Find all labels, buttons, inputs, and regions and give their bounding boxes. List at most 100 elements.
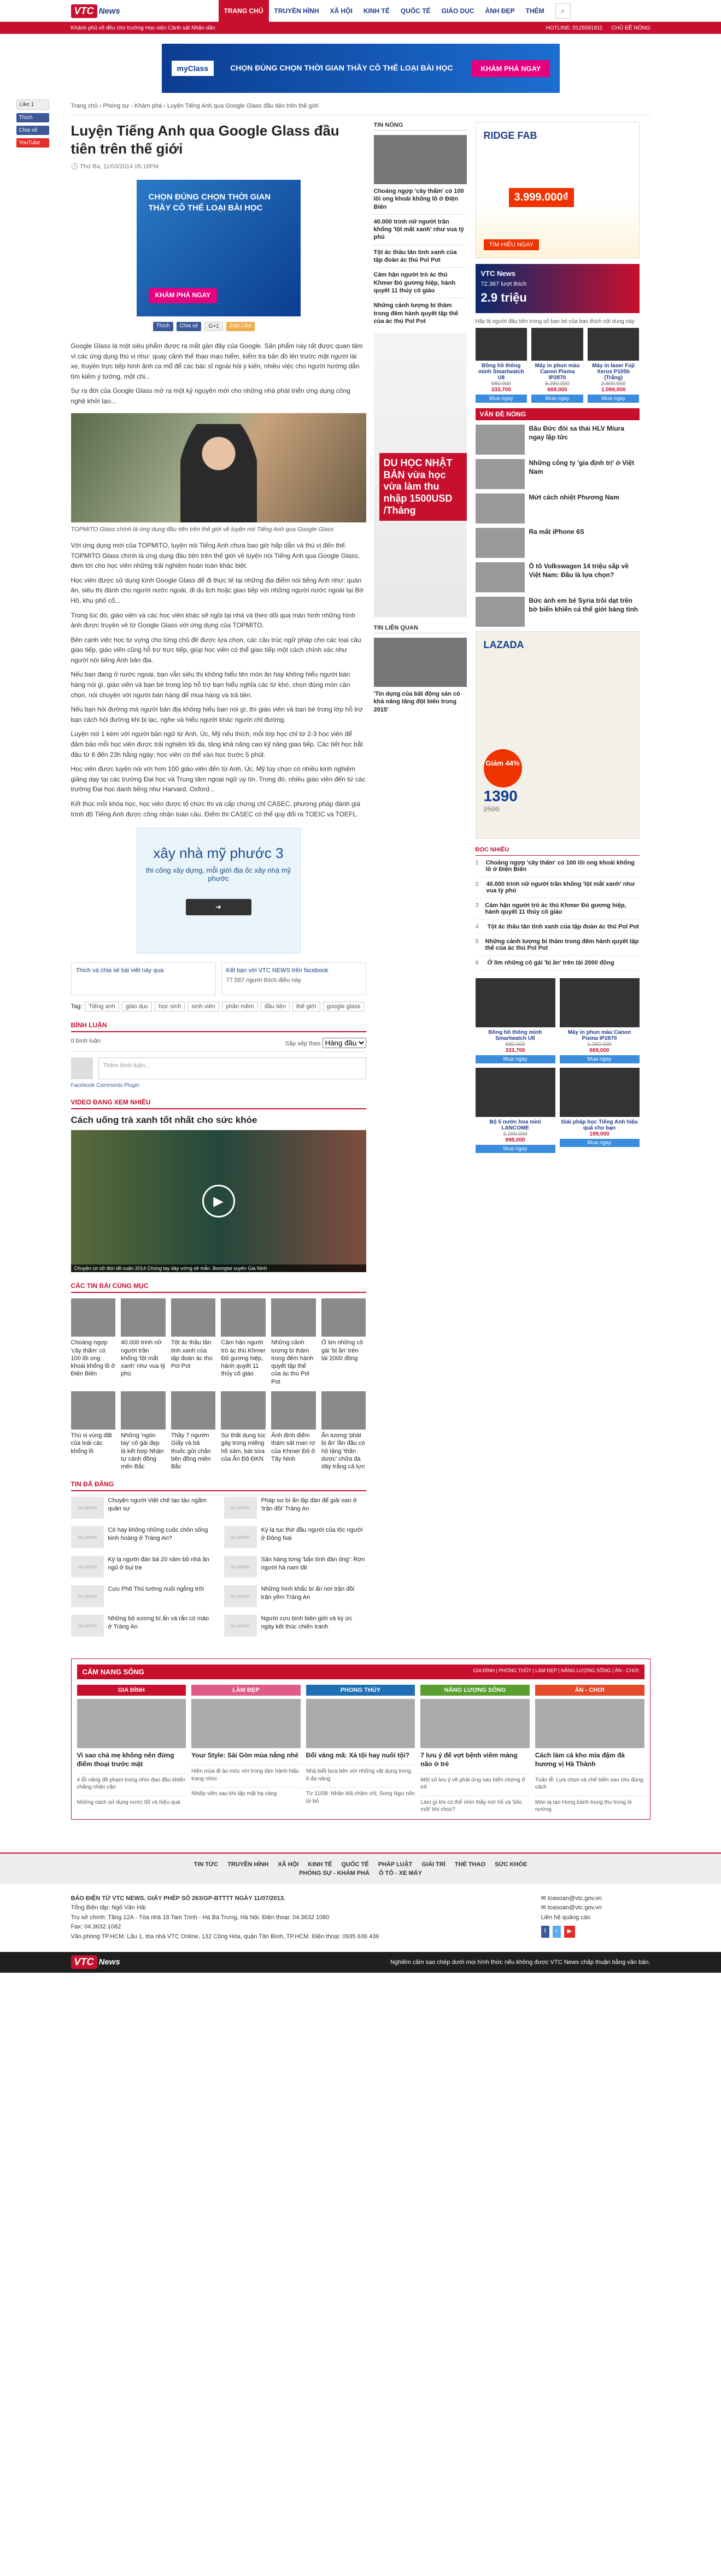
arrow-right-icon[interactable]: ➜	[185, 899, 251, 916]
related-card[interactable]: Những cảnh tượng bi thảm trong đêm hành …	[271, 1298, 316, 1386]
footer-link[interactable]: TIN TỨC	[194, 1861, 219, 1868]
hot-issue-item[interactable]: Ra mắt iPhone 6S	[475, 528, 640, 558]
older-news-item[interactable]: no photo Có hay không những cuộc chôn sốn…	[71, 1526, 213, 1549]
hot-issue-item[interactable]: Ô tô Volkswagen 14 triệu sắp về Việt Nam…	[475, 562, 640, 592]
older-news-item[interactable]: no photo Pháp sư bí ẩn lập đàn để giải oa…	[224, 1497, 366, 1519]
hot-news-lead[interactable]: Choáng ngợp 'cây thẩm' có 100 lõi ong kh…	[373, 135, 467, 211]
tag[interactable]: đầu tiên	[260, 1002, 290, 1012]
related-card[interactable]: Ở lim những cô gái 'bị ần' trên tài 2000…	[321, 1298, 366, 1386]
nav-education[interactable]: GIÁO DỤC	[436, 0, 480, 22]
footer-link[interactable]: QUỐC TẾ	[341, 1861, 368, 1868]
product-card[interactable]: Máy in laser Fuji Xerox P105b (Trắng) 2.8…	[587, 328, 640, 403]
facebook-icon[interactable]: f	[541, 1926, 549, 1938]
footer-email[interactable]: toasoan@vtc.gov.vn	[548, 1904, 602, 1911]
footer-link[interactable]: XÃ HỘI	[278, 1861, 298, 1868]
product-card[interactable]: Giải pháp học Tiếng Anh hiệu quả cho bạn…	[559, 1068, 640, 1153]
older-news-item[interactable]: no photo Kỳ lạ người đàn bà 20 năm bồ nhà…	[71, 1556, 213, 1578]
hot-news-item[interactable]: Cảm hận người trò ác thú Khmer Đỏ gương …	[373, 267, 467, 295]
older-news-item[interactable]: no photo Người cựu binh biên giới và kỳ ứ…	[224, 1615, 366, 1637]
nav-more[interactable]: THÊM	[520, 0, 550, 22]
tag[interactable]: thế giới	[292, 1002, 320, 1012]
most-read-item[interactable]: 2 40.000 trinh nữ người trần khổng 'lột m…	[475, 877, 640, 898]
lifestyle-sub[interactable]: Làm gì khi có thể nhìn thấy mờ hố và 'bố…	[420, 1795, 530, 1814]
most-read-item[interactable]: 4 Tột ác thầu tân tinh xanh của tập đoàn …	[475, 920, 640, 934]
lifestyle-col-title[interactable]: Đổi vàng mã: Xả tội hay nuôi tội?	[306, 1751, 415, 1760]
footer-link[interactable]: PHÓNG SỰ - KHÁM PHÁ	[299, 1870, 370, 1877]
hot-news-item[interactable]: 40.000 trinh nữ người trần khổng 'lột mắ…	[373, 214, 467, 242]
tag[interactable]: phần mềm	[221, 1002, 258, 1012]
nav-home[interactable]: TRANG CHỦ	[218, 0, 269, 22]
hot-issue-item[interactable]: Bầu Đức đòi sa thải HLV Miura ngay lập t…	[475, 425, 640, 455]
vtc-facebook-box[interactable]: VTC News 72.367 lượt thích 2.9 triệu	[475, 264, 640, 313]
related-card[interactable]: Ảnh định điểm thám sát man rợ của Khmer …	[271, 1391, 316, 1471]
video-player[interactable]: ▶ Chuyện cơ sở đón tết xuân 2014 Chúng t…	[71, 1130, 366, 1273]
product-card[interactable]: Máy in phun màu Canon Pixma IP2870 1.290.…	[559, 978, 640, 1063]
tag[interactable]: Tiếng anh	[85, 1002, 119, 1012]
youtube-icon[interactable]: ▶	[564, 1926, 576, 1938]
lifestyle-col-title[interactable]: 7 lưu ý để vợt bệnh viêm màng não ở trẻ	[420, 1751, 530, 1768]
nav-world[interactable]: QUỐC TẾ	[395, 0, 436, 22]
related-card[interactable]: Những 'ngón tay' cô gái đẹp là kết hợp N…	[121, 1391, 166, 1471]
related-card[interactable]: Cảm hận người trò ác thú Khmer Đỏ gương …	[221, 1298, 266, 1386]
study-abroad-ad[interactable]: DU HỌC NHẬT BẢN vừa học vừa làm thu nhập…	[373, 333, 467, 617]
play-icon[interactable]: ▶	[202, 1185, 235, 1218]
fb-plugin-link[interactable]: Facebook Comments Plugin	[71, 1083, 366, 1089]
older-news-item[interactable]: no photo Những hình khắc bí ẩn nơi trận đ…	[224, 1585, 366, 1608]
hot-topics-link[interactable]: CHỦ ĐỀ NÓNG	[611, 25, 650, 31]
phone-ad-cta[interactable]: TÌM HIỂU NGAY	[483, 239, 540, 250]
house-ad[interactable]: xây nhà mỹ phước 3 thi công xây dựng, mỗ…	[136, 828, 301, 954]
comment-input[interactable]: Thêm bình luận...	[98, 1057, 366, 1080]
lifestyle-col-head[interactable]: NĂNG LƯỢNG SỐNG	[420, 1685, 530, 1696]
older-news-item[interactable]: no photo Kỳ lạ tục thờ đầu người của tộc …	[224, 1526, 366, 1549]
older-news-item[interactable]: no photo Chuyện người Việt chế tạo tàu ng…	[71, 1497, 213, 1519]
lifestyle-sub[interactable]: Nhà biết bưa bên với những vật dụng tron…	[306, 1765, 415, 1783]
footer-link[interactable]: SỨC KHỎE	[495, 1861, 527, 1868]
buy-button[interactable]: Mua ngay	[475, 1055, 555, 1063]
nav-tv[interactable]: TRUYỀN HÌNH	[269, 0, 325, 22]
news-ticker[interactable]: Khánh phủ về đêu cho trường Học viện Cản…	[71, 25, 537, 31]
lifestyle-sub[interactable]: Tuần lễ: Lựa chọn và chế biến sao cho đú…	[535, 1773, 644, 1791]
video-title[interactable]: Cách uống trà xanh tốt nhất cho sức khỏe	[71, 1115, 366, 1126]
lifestyle-col-title[interactable]: Cách làm cá kho mía đậm đà hương vị Hà T…	[535, 1751, 644, 1768]
related-card[interactable]: 40.000 trinh nữ người trần khổng 'lột mắ…	[121, 1298, 166, 1386]
lifestyle-image[interactable]	[77, 1699, 186, 1749]
hot-issue-item[interactable]: Những công ty 'gia định trị' ở Việt Nam	[475, 459, 640, 489]
footer-link[interactable]: THỂ THAO	[455, 1861, 485, 1868]
fb-share-button[interactable]: Chia sẻ	[16, 126, 49, 135]
lifestyle-sub[interactable]: Từ 11/08: Nhân Mã chăm chỉ, Song Ngư nên…	[306, 1787, 415, 1805]
lifestyle-col-head[interactable]: LÀM ĐẸP	[191, 1685, 301, 1696]
top-ad-banner[interactable]: myClass CHỌN ĐÚNG CHỌN THỜI GIAN THẦY CÔ…	[161, 44, 560, 93]
most-read-item[interactable]: 6Ở lim những cô gái 'bị ần' trên tài 200…	[475, 956, 640, 971]
related-card[interactable]: Thầy 7 ngườn Giấy và bà thuốc gửi chắn b…	[171, 1391, 216, 1471]
like-button[interactable]: Like 1	[16, 99, 49, 110]
product-card[interactable]: Đồng hồ thông minh Smartwatch U8 680.000 3…	[475, 328, 527, 403]
zalo-button[interactable]: Zalo Like	[226, 322, 255, 331]
nav-economy[interactable]: KINH TẾ	[358, 0, 395, 22]
footer-link[interactable]: KINH TẾ	[308, 1861, 332, 1868]
buy-button[interactable]: Mua ngay	[475, 395, 527, 403]
buy-button[interactable]: Mua ngay	[531, 395, 583, 403]
lazada-ad[interactable]: LAZADA Giảm 44% 1390 2500	[475, 631, 640, 839]
breadcrumb-section[interactable]: Phóng sự - Khám phá	[103, 103, 162, 109]
inline-ad-cta[interactable]: KHÁM PHÁ NGAY	[148, 288, 218, 303]
older-news-item[interactable]: no photo Những bộ xương bí ẩn và rắn có m…	[71, 1615, 213, 1637]
lifestyle-image[interactable]	[535, 1699, 644, 1749]
tag[interactable]: google glass	[323, 1002, 365, 1012]
most-read-item[interactable]: 3 Cảm hận người trò ác thú Khmer Đỏ gương…	[475, 898, 640, 920]
tag[interactable]: giáo dục	[121, 1002, 153, 1012]
lifestyle-image[interactable]	[306, 1699, 415, 1749]
footer-link[interactable]: Ô TÔ - XE MÁY	[379, 1870, 422, 1877]
lifestyle-sub[interactable]: 4 lỗi nâng đề phạm trong nhìn đạo đầu kh…	[77, 1773, 186, 1791]
lifestyle-col-title[interactable]: Your Style: Sài Gòn mùa nắng nhé	[191, 1751, 301, 1760]
lifestyle-links[interactable]: GIA ĐÌNH | PHONG THỦY | LÀM ĐẸP | NĂNG L…	[473, 1668, 638, 1676]
buy-button[interactable]: Mua ngay	[475, 1145, 555, 1153]
site-logo[interactable]: VTC News	[71, 2, 137, 20]
search-icon[interactable]: ⌕	[555, 3, 571, 19]
hot-news-item[interactable]: Tột ác thầu tân tinh xanh của tập đoàn á…	[373, 244, 467, 264]
related-card[interactable]: Tột ác thầu tân tinh xanh của tập đoàn á…	[171, 1298, 216, 1386]
lifestyle-image[interactable]	[191, 1699, 301, 1749]
lifestyle-sub[interactable]: Nhiếp viên sau khi tập mặt hạ vàng	[191, 1787, 301, 1798]
lifestyle-sub[interactable]: Những cách sử dụng nước tốt và hiệu quả	[77, 1795, 186, 1807]
product-card[interactable]: Bộ 5 nước hoa mini LANCOME 1.200.000 998,0…	[475, 1068, 555, 1153]
related-card[interactable]: Choáng ngợp 'cây thẩm' có 100 lõi ong kh…	[71, 1298, 116, 1386]
